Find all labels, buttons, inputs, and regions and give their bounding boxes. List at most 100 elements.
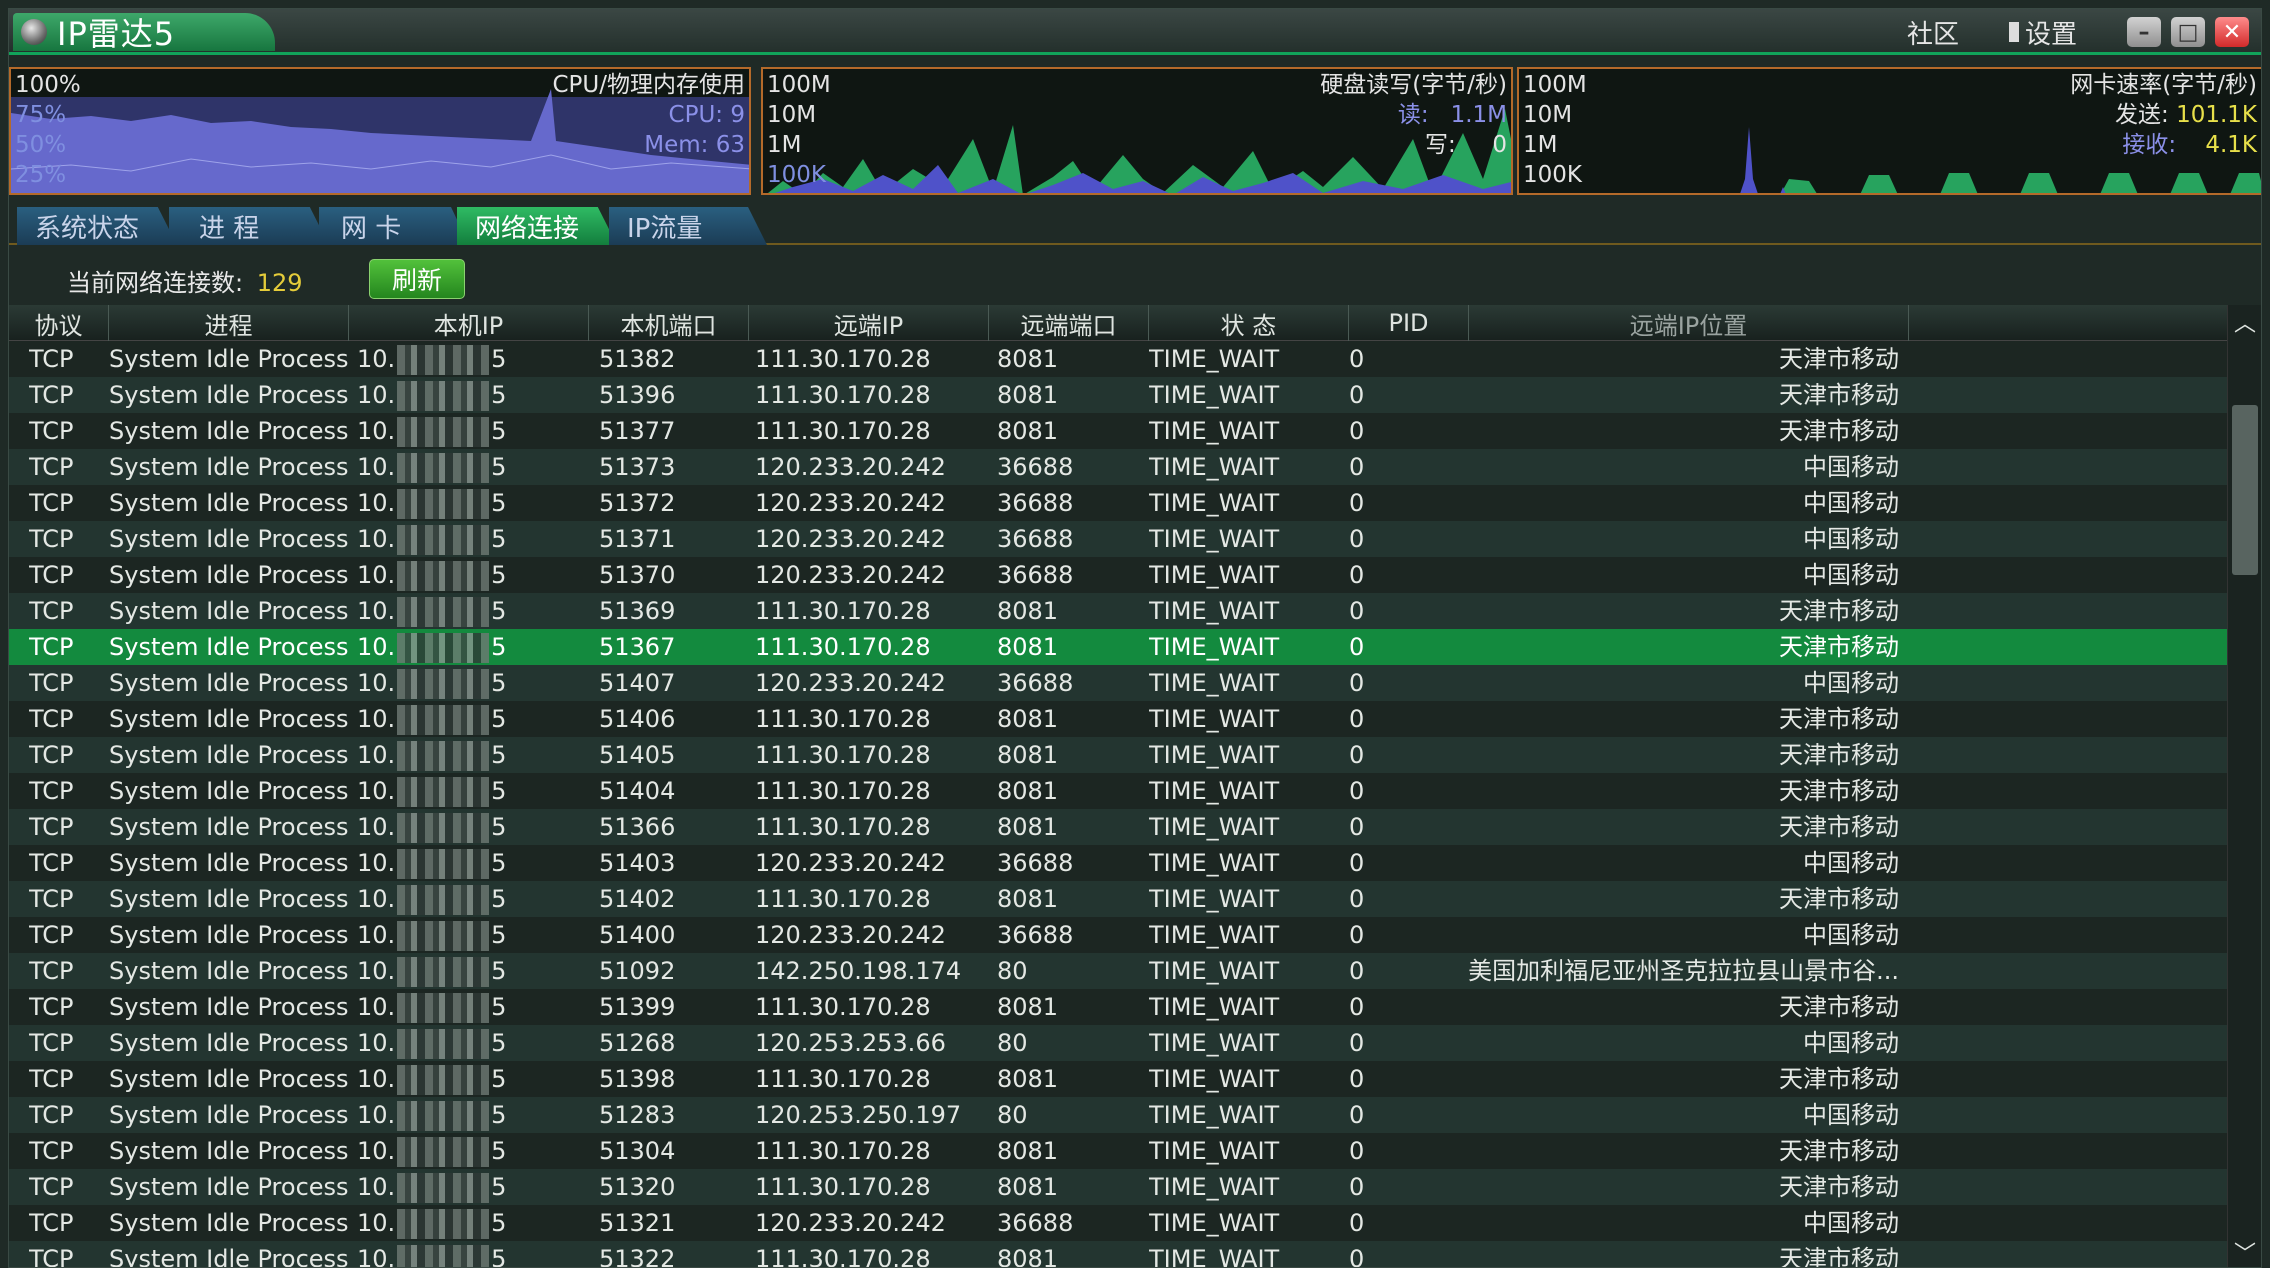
protocol-cell: TCP (29, 381, 74, 409)
remote-port-cell: 36688 (997, 525, 1074, 553)
local-ip-prefix: 10. (357, 813, 396, 841)
pid-cell: 0 (1349, 453, 1365, 481)
remote-ip-cell: 111.30.170.28 (755, 633, 931, 661)
remote-port-cell: 8081 (997, 741, 1059, 769)
table-row[interactable]: TCP System Idle Process 10. 5 51402 111.30.17… (9, 881, 2229, 917)
remote-ip-cell: 111.30.170.28 (755, 885, 931, 913)
table-row[interactable]: TCP System Idle Process 10. 5 51283 120.253.2… (9, 1097, 2229, 1133)
local-ip-cell: 10. 5 (357, 1097, 507, 1133)
state-cell: TIME_WAIT (1149, 669, 1280, 697)
table-row[interactable]: TCP System Idle Process 10. 5 51320 111.30.17… (9, 1169, 2229, 1205)
remote-ip-cell: 111.30.170.28 (755, 813, 931, 841)
table-row[interactable]: TCP System Idle Process 10. 5 51400 120.233.2… (9, 917, 2229, 953)
remote-ip-cell: 111.30.170.28 (755, 993, 931, 1021)
table-row[interactable]: TCP System Idle Process 10. 5 51403 120.233.2… (9, 845, 2229, 881)
protocol-cell: TCP (29, 561, 74, 589)
tab-system-status[interactable]: 系统状态 (17, 207, 177, 245)
table-row[interactable]: TCP System Idle Process 10. 5 51406 111.30.17… (9, 701, 2229, 737)
pid-cell: 0 (1349, 1137, 1365, 1165)
process-cell: System Idle Process (109, 885, 349, 913)
pid-cell: 0 (1349, 993, 1365, 1021)
table-row[interactable]: TCP System Idle Process 10. 5 51398 111.30.17… (9, 1061, 2229, 1097)
refresh-button[interactable]: 刷新 (369, 259, 465, 299)
state-cell: TIME_WAIT (1149, 561, 1280, 589)
table-row[interactable]: TCP System Idle Process 10. 5 51373 120.233.2… (9, 449, 2229, 485)
connection-count-value: 129 (256, 269, 303, 297)
tab-process[interactable]: 进 程 (169, 207, 329, 245)
state-cell: TIME_WAIT (1149, 741, 1280, 769)
col-local-ip[interactable]: 本机IP (349, 305, 589, 341)
table-row[interactable]: TCP System Idle Process 10. 5 51399 111.30.17… (9, 989, 2229, 1025)
local-ip-prefix: 10. (357, 1137, 396, 1165)
redacted-ip-mask (397, 1065, 490, 1095)
col-remote-port[interactable]: 远端端口 (989, 305, 1149, 341)
col-remote-ip[interactable]: 远端IP (749, 305, 989, 341)
redacted-ip-mask (397, 633, 490, 663)
vertical-scrollbar[interactable]: ︿ ﹀ (2227, 305, 2261, 1267)
pid-cell: 0 (1349, 741, 1365, 769)
local-ip-suffix: 5 (491, 1137, 507, 1165)
table-row[interactable]: TCP System Idle Process 10. 5 51407 120.233.2… (9, 665, 2229, 701)
table-row[interactable]: TCP System Idle Process 10. 5 51405 111.30.17… (9, 737, 2229, 773)
maximize-button[interactable]: □ (2171, 17, 2205, 47)
table-row[interactable]: TCP System Idle Process 10. 5 51371 120.233.2… (9, 521, 2229, 557)
tab-network-connections[interactable]: 网络连接 (457, 207, 617, 245)
remote-location-cell: 中国移动 (1803, 489, 1899, 517)
col-protocol[interactable]: 协议 (9, 305, 109, 341)
local-port-cell: 51366 (599, 813, 676, 841)
remote-port-cell: 8081 (997, 705, 1059, 733)
table-row[interactable]: TCP System Idle Process 10. 5 51092 142.250.1… (9, 953, 2229, 989)
mem-value: 63 (715, 132, 745, 158)
table-row[interactable]: TCP System Idle Process 10. 5 51369 111.30.17… (9, 593, 2229, 629)
tab-network-card[interactable]: 网 卡 (319, 207, 469, 245)
tab-ip-traffic[interactable]: IP流量 (609, 207, 767, 245)
connection-count: 当前网络连接数: 129 (67, 263, 303, 298)
table-row[interactable]: TCP System Idle Process 10. 5 51370 120.233.2… (9, 557, 2229, 593)
protocol-cell: TCP (29, 813, 74, 841)
table-row[interactable]: TCP System Idle Process 10. 5 51382 111.30.17… (9, 341, 2229, 377)
community-link[interactable]: 社区 (1907, 14, 1959, 51)
redacted-ip-mask (397, 921, 490, 951)
local-ip-prefix: 10. (357, 849, 396, 877)
local-ip-suffix: 5 (491, 561, 507, 589)
remote-port-cell: 36688 (997, 453, 1074, 481)
disk-write-label: 写: (1425, 132, 1456, 158)
local-ip-prefix: 10. (357, 633, 396, 661)
table-row[interactable]: TCP System Idle Process 10. 5 51304 111.30.17… (9, 1133, 2229, 1169)
table-row[interactable]: TCP System Idle Process 10. 5 51367 111.30.17… (9, 629, 2229, 665)
redacted-ip-mask (397, 993, 490, 1023)
process-cell: System Idle Process (109, 417, 349, 445)
table-row[interactable]: TCP System Idle Process 10. 5 51268 120.253.2… (9, 1025, 2229, 1061)
process-cell: System Idle Process (109, 597, 349, 625)
table-row[interactable]: TCP System Idle Process 10. 5 51396 111.30.17… (9, 377, 2229, 413)
remote-location-cell: 中国移动 (1803, 669, 1899, 697)
local-port-cell: 51322 (599, 1245, 676, 1268)
local-port-cell: 51370 (599, 561, 676, 589)
settings-link[interactable]: 设置 (2008, 14, 2077, 51)
col-state[interactable]: 状 态 (1149, 305, 1349, 341)
table-row[interactable]: TCP System Idle Process 10. 5 51366 111.30.17… (9, 809, 2229, 845)
local-ip-prefix: 10. (357, 705, 396, 733)
local-ip-prefix: 10. (357, 741, 396, 769)
col-local-port[interactable]: 本机端口 (589, 305, 749, 341)
scroll-up-icon[interactable]: ︿ (2228, 305, 2261, 339)
state-cell: TIME_WAIT (1149, 453, 1280, 481)
minimize-button[interactable]: – (2127, 17, 2161, 47)
table-row[interactable]: TCP System Idle Process 10. 5 51372 120.233.2… (9, 485, 2229, 521)
scroll-down-icon[interactable]: ﹀ (2228, 1235, 2261, 1267)
col-remote-location[interactable]: 远端IP位置 (1469, 305, 1909, 341)
col-process[interactable]: 进程 (109, 305, 349, 341)
table-row[interactable]: TCP System Idle Process 10. 5 51321 120.233.2… (9, 1205, 2229, 1241)
table-row[interactable]: TCP System Idle Process 10. 5 51377 111.30.17… (9, 413, 2229, 449)
mem-readout: Mem: 63 (644, 133, 745, 157)
scrollbar-thumb[interactable] (2232, 405, 2258, 575)
local-ip-prefix: 10. (357, 561, 396, 589)
col-pid[interactable]: PID (1349, 305, 1469, 341)
close-button[interactable]: ✕ (2215, 17, 2249, 47)
table-row[interactable]: TCP System Idle Process 10. 5 51322 111.30.17… (9, 1241, 2229, 1268)
table-row[interactable]: TCP System Idle Process 10. 5 51404 111.30.17… (9, 773, 2229, 809)
redacted-ip-mask (397, 453, 490, 483)
redacted-ip-mask (397, 525, 490, 555)
remote-location-cell: 中国移动 (1803, 453, 1899, 481)
local-ip-prefix: 10. (357, 417, 396, 445)
